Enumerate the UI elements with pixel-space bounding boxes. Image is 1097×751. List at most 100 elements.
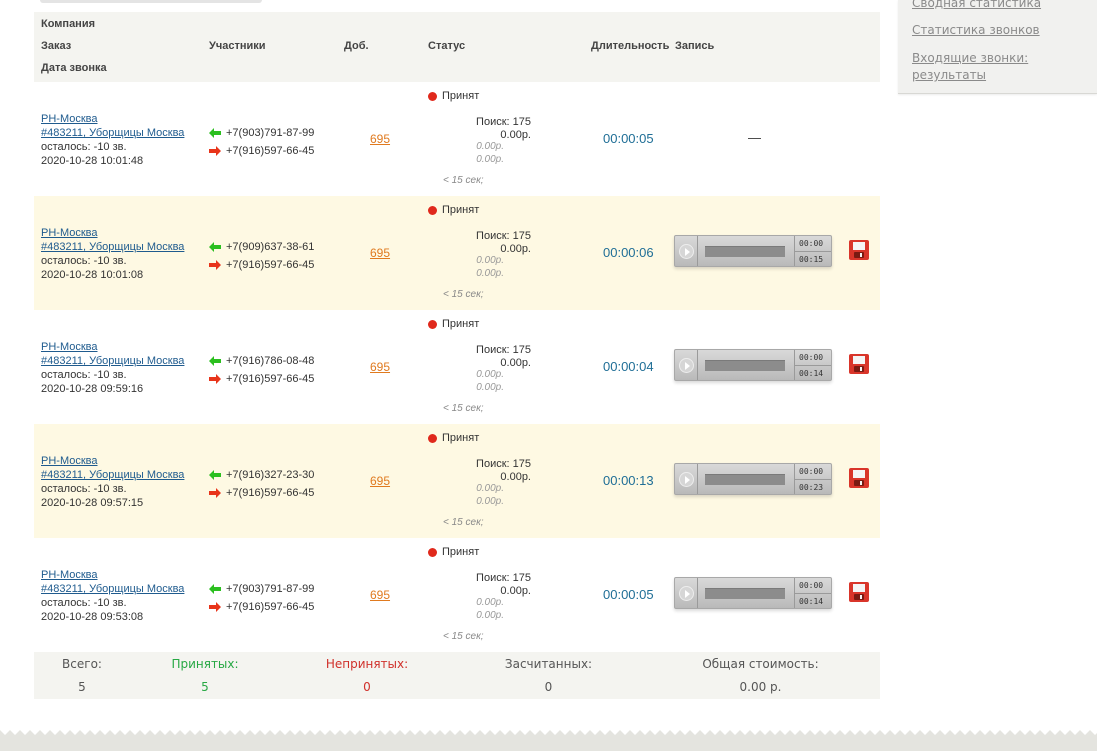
header-duration: Длительность xyxy=(591,40,670,52)
floppy-disk-icon[interactable] xyxy=(849,582,869,602)
order-link[interactable]: #483211, Уборщицы Москва xyxy=(41,240,184,254)
player-total-time: 00:23 xyxy=(795,479,831,494)
cell-participants: +7(916)786-08-48 +7(916)597-66-45 xyxy=(209,352,314,388)
cell-company: РН-Москва #483211, Уборщицы Москва осталос… xyxy=(41,340,184,396)
header-order: Заказ xyxy=(41,40,72,52)
header-record: Запись xyxy=(675,40,715,52)
order-link[interactable]: #483211, Уборщицы Москва xyxy=(41,468,184,482)
audio-player: 00:00 00:15 xyxy=(674,235,832,267)
summary-counted-value: 0 xyxy=(544,680,553,694)
header-company: Компания xyxy=(41,18,96,30)
summary-total-value: 5 xyxy=(78,680,86,694)
callee-number: +7(916)597-66-45 xyxy=(226,373,315,385)
header-ext: Доб. xyxy=(344,40,369,52)
red-dot-icon xyxy=(428,319,437,329)
extension-link[interactable]: 695 xyxy=(370,132,390,146)
callee-number: +7(916)597-66-45 xyxy=(226,259,315,271)
player-seekbar[interactable] xyxy=(705,474,785,485)
call-price-tertiary: 0.00р. xyxy=(476,381,504,393)
cell-status: Принят xyxy=(428,546,479,558)
audio-player: 00:00 00:14 xyxy=(674,349,832,381)
call-date: 2020-10-28 09:59:16 xyxy=(41,383,144,395)
summary-counted-label: Засчитанных: xyxy=(504,657,593,671)
cell-search-cost: Поиск: 175 0.00р. 0.00р. 0.00р. xyxy=(434,344,531,394)
player-seekbar[interactable] xyxy=(705,360,785,371)
summary-counted: Засчитанных: 0 xyxy=(483,652,614,699)
company-link[interactable]: РН-Москва xyxy=(41,112,184,126)
summary-cost-value: 0.00 р. xyxy=(739,680,782,694)
play-icon[interactable] xyxy=(679,244,694,259)
call-price-secondary: 0.00р. xyxy=(476,369,504,380)
player-current-time: 00:00 xyxy=(799,353,824,362)
cell-search-cost: Поиск: 175 0.00р. 0.00р. 0.00р. xyxy=(434,572,531,622)
call-price: 0.00р. xyxy=(500,356,531,369)
company-link[interactable]: РН-Москва xyxy=(41,568,184,582)
player-seekbar[interactable] xyxy=(705,246,785,257)
summary-accepted-value: 5 xyxy=(201,680,209,694)
cell-status: Принят xyxy=(428,204,479,216)
red-dot-icon xyxy=(428,205,437,215)
call-price: 0.00р. xyxy=(500,584,531,597)
callee-number: +7(916)597-66-45 xyxy=(226,487,315,499)
header-participants: Участники xyxy=(209,40,266,52)
call-duration: 00:00:04 xyxy=(603,359,654,374)
sidebar-link-call-stats[interactable]: Статистика звонков xyxy=(912,22,1040,38)
search-count: Поиск: 175 xyxy=(476,458,531,470)
caller-number: +7(903)791-87-99 xyxy=(226,583,315,595)
order-link[interactable]: #483211, Уборщицы Москва xyxy=(41,354,184,368)
short-call-note: < 15 сек; xyxy=(443,175,484,186)
callee-number: +7(916)597-66-45 xyxy=(226,601,315,613)
company-link[interactable]: РН-Москва xyxy=(41,226,184,240)
remaining-calls: осталось: -10 зв. xyxy=(41,483,127,495)
red-dot-icon xyxy=(428,433,437,443)
status-text: Принят xyxy=(442,204,480,216)
cell-participants: +7(916)327-23-30 +7(916)597-66-45 xyxy=(209,466,314,502)
player-total-time: 00:14 xyxy=(795,593,831,608)
call-price-tertiary: 0.00р. xyxy=(476,609,504,621)
extension-link[interactable]: 695 xyxy=(370,360,390,374)
calls-table: Компания Заказ Дата звонка Участники Доб… xyxy=(34,12,880,652)
order-link[interactable]: #483211, Уборщицы Москва xyxy=(41,582,184,596)
player-current-time: 00:00 xyxy=(799,239,824,248)
floppy-disk-icon[interactable] xyxy=(849,468,869,488)
extension-link[interactable]: 695 xyxy=(370,588,390,602)
header-date: Дата звонка xyxy=(41,62,107,74)
table-row: РН-Москва #483211, Уборщицы Москва осталос… xyxy=(34,538,880,652)
green-arrow-left-icon xyxy=(209,470,221,480)
extension-link[interactable]: 695 xyxy=(370,474,390,488)
call-price-secondary: 0.00р. xyxy=(476,255,504,266)
sidebar-link-summary-stats[interactable]: Сводная статистика xyxy=(912,0,1041,11)
call-price-tertiary: 0.00р. xyxy=(476,153,504,165)
status-text: Принят xyxy=(442,546,480,558)
play-icon[interactable] xyxy=(679,358,694,373)
cell-company: РН-Москва #483211, Уборщицы Москва осталос… xyxy=(41,112,184,168)
green-arrow-left-icon xyxy=(209,242,221,252)
call-duration: 00:00:05 xyxy=(603,587,654,602)
sidebar-link-incoming-results-cont[interactable]: результаты xyxy=(912,67,986,83)
call-price-tertiary: 0.00р. xyxy=(476,495,504,507)
table-row: РН-Москва #483211, Уборщицы Москва осталос… xyxy=(34,196,880,310)
sidebar-link-incoming-results[interactable]: Входящие звонки: xyxy=(912,50,1028,66)
red-arrow-right-icon xyxy=(209,146,221,156)
play-icon[interactable] xyxy=(679,586,694,601)
floppy-disk-icon[interactable] xyxy=(849,354,869,374)
call-date: 2020-10-28 10:01:08 xyxy=(41,269,144,281)
summary-accepted-label: Принятых: xyxy=(171,657,239,671)
table-row: РН-Москва #483211, Уборщицы Москва осталос… xyxy=(34,424,880,538)
sidebar-menu: Сводная статистика Статистика звонков Вх… xyxy=(898,0,1097,94)
floppy-disk-icon[interactable] xyxy=(849,240,869,260)
callee-number: +7(916)597-66-45 xyxy=(226,145,315,157)
play-icon[interactable] xyxy=(679,472,694,487)
audio-player: 00:00 00:23 xyxy=(674,463,832,495)
short-call-note: < 15 сек; xyxy=(443,403,484,414)
order-link[interactable]: #483211, Уборщицы Москва xyxy=(41,126,184,140)
player-seekbar[interactable] xyxy=(705,588,785,599)
extension-link[interactable]: 695 xyxy=(370,246,390,260)
summary-missed: Непринятых: 0 xyxy=(307,652,427,699)
summary-cost-label: Общая стоимость: xyxy=(702,657,819,671)
player-total-time: 00:15 xyxy=(795,251,831,266)
green-arrow-left-icon xyxy=(209,356,221,366)
call-date: 2020-10-28 10:01:48 xyxy=(41,155,144,167)
company-link[interactable]: РН-Москва xyxy=(41,340,184,354)
company-link[interactable]: РН-Москва xyxy=(41,454,184,468)
